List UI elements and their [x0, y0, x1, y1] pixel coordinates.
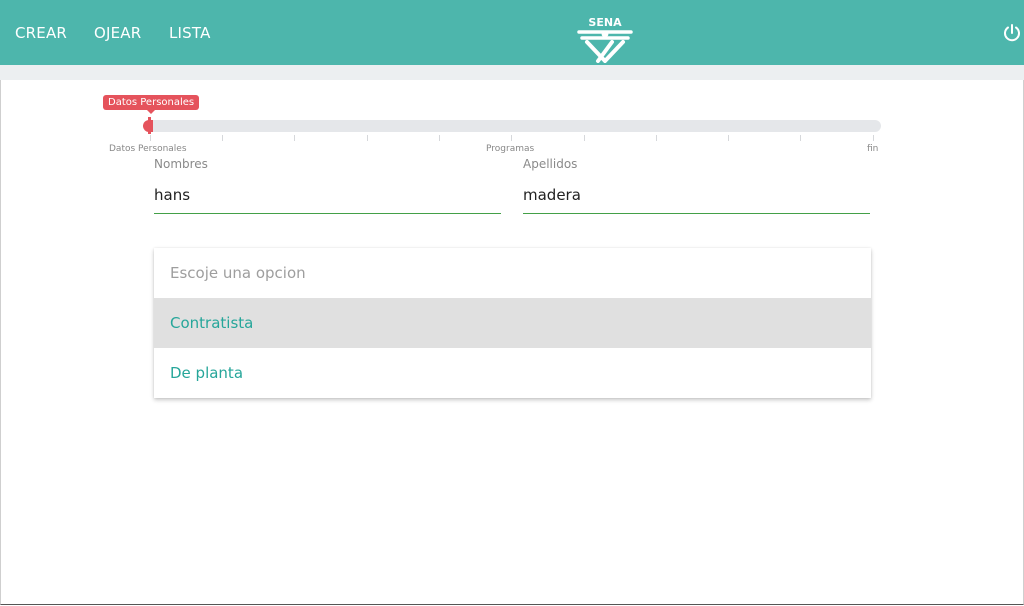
- progress-slider-handle[interactable]: [148, 117, 151, 134]
- nombres-label: Nombres: [154, 157, 208, 171]
- apellidos-input[interactable]: [523, 177, 870, 214]
- slider-tick: [511, 135, 512, 141]
- nav-ojear-link[interactable]: OJEAR: [94, 24, 141, 42]
- slider-label-datos-personales: Datos Personales: [109, 144, 187, 154]
- nav-lista-link[interactable]: LISTA: [169, 24, 211, 42]
- power-icon[interactable]: [1002, 23, 1022, 43]
- slider-tick: [873, 135, 874, 141]
- slider-tick: [222, 135, 223, 141]
- progress-slider-track[interactable]: [147, 120, 881, 132]
- slider-tick: [728, 135, 729, 141]
- slider-tick: [367, 135, 368, 141]
- slider-tick: [656, 135, 657, 141]
- dropdown-placeholder: Escoje una opcion: [170, 264, 306, 282]
- header-subbar: [0, 65, 1024, 80]
- slider-label-programas: Programas: [486, 144, 535, 154]
- top-navbar: CREAR OJEAR LISTA SENA: [0, 0, 1024, 65]
- slider-tick: [800, 135, 801, 141]
- tipo-select-dropdown: Escoje una opcion Contratista De planta: [154, 248, 871, 398]
- sena-logo: SENA: [577, 16, 633, 63]
- apellidos-label: Apellidos: [523, 157, 578, 171]
- slider-tick: [150, 135, 151, 141]
- slider-tick: [294, 135, 295, 141]
- dropdown-option-contratista[interactable]: Contratista: [154, 298, 871, 348]
- dropdown-option-de-planta[interactable]: De planta: [154, 348, 871, 398]
- slider-tooltip: Datos Personales: [103, 95, 200, 114]
- slider-tick: [584, 135, 585, 141]
- slider-tick: [439, 135, 440, 141]
- logo-text: SENA: [588, 16, 622, 29]
- slider-label-fin: fin: [867, 144, 879, 154]
- nombres-input[interactable]: [154, 177, 501, 214]
- nav-crear-link[interactable]: CREAR: [15, 24, 67, 42]
